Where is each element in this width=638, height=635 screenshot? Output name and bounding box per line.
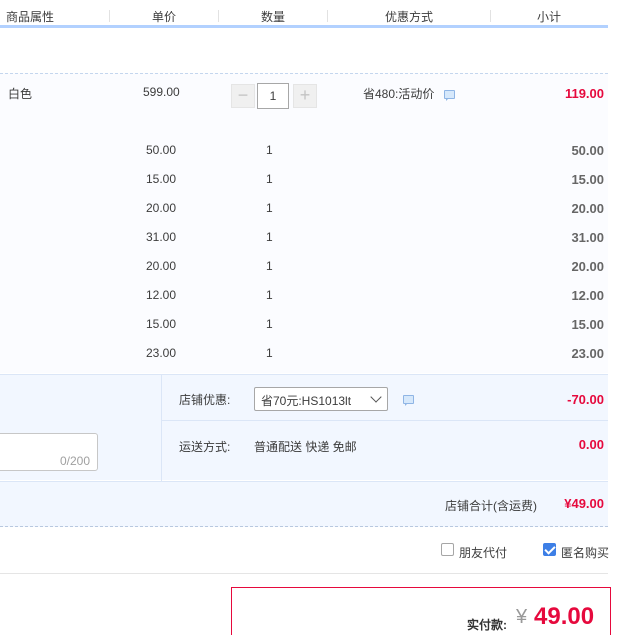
column-separator — [490, 10, 491, 22]
item-subtotal: 23.00 — [571, 346, 604, 361]
item-price: 23.00 — [146, 346, 177, 360]
item-quantity: 1 — [266, 201, 273, 215]
table-row: 20.00 1 20.00 — [0, 259, 608, 288]
shop-total-amount: ¥49.00 — [564, 496, 604, 511]
column-separator — [218, 10, 219, 22]
table-header: 商品属性 单价 数量 优惠方式 小计 — [0, 0, 608, 28]
shipping-method: 普通配送 快递 免邮 — [254, 440, 357, 454]
item-price: 15.00 — [146, 172, 177, 186]
friend-pay-checkbox[interactable] — [441, 543, 454, 556]
order-items: 白色 599.00 − + 省480:活动价 119.00 50.00150.0… — [0, 73, 608, 373]
chat-icon[interactable] — [403, 395, 414, 406]
item-quantity: 1 — [266, 230, 273, 244]
anonymous-checkbox[interactable] — [543, 543, 556, 556]
item-quantity: 1 — [266, 317, 273, 331]
friend-pay-label[interactable]: 朋友代付 — [459, 544, 507, 561]
shipping-amount: 0.00 — [578, 437, 604, 452]
item-discount: 省480:活动价 — [363, 85, 455, 102]
item-subtotal: 20.00 — [571, 201, 604, 216]
shipping-label: 运送方式: — [179, 440, 231, 454]
item-price: 12.00 — [146, 288, 177, 302]
column-header-quantity: 数量 — [261, 10, 286, 24]
table-row: 23.00 1 23.00 — [0, 346, 608, 375]
item-price: 20.00 — [146, 201, 177, 215]
shop-total-label: 店铺合计(含运费) — [445, 499, 537, 513]
item-quantity: 1 — [266, 346, 273, 360]
divider — [162, 420, 608, 421]
column-header-discount: 优惠方式 — [385, 10, 434, 24]
increase-quantity-button[interactable]: + — [293, 84, 317, 108]
shop-summary: 店铺优惠: 省70元:HS1013lt -70.00 运送方式: 普通配送 快递… — [0, 374, 608, 481]
coupon-select-value: 省70元:HS1013lt — [261, 394, 352, 408]
item-quantity: 1 — [266, 288, 273, 302]
item-subtotal: 12.00 — [571, 288, 604, 303]
quantity-input[interactable] — [257, 83, 289, 109]
table-row: 15.00 1 15.00 — [0, 317, 608, 346]
coupon-amount: -70.00 — [567, 392, 604, 407]
message-char-counter: 0/200 — [59, 454, 90, 468]
chevron-down-icon — [370, 391, 382, 403]
item-price: 20.00 — [146, 259, 177, 273]
table-row: 15.00 1 15.00 — [0, 172, 608, 201]
item-subtotal: 15.00 — [571, 317, 604, 332]
item-quantity: 1 — [266, 143, 273, 157]
item-price: 31.00 — [146, 230, 177, 244]
column-header-price: 单价 — [152, 10, 177, 24]
table-row: 31.00 1 31.00 — [0, 230, 608, 259]
table-row: 白色 599.00 − + 省480:活动价 119.00 — [0, 74, 608, 134]
item-subtotal: 31.00 — [571, 230, 604, 245]
column-separator — [327, 10, 328, 22]
item-subtotal: 20.00 — [571, 259, 604, 274]
table-row: 12.00 1 12.00 — [0, 288, 608, 317]
item-price: 50.00 — [146, 143, 177, 157]
item-quantity: 1 — [266, 172, 273, 186]
payment-label: 实付款: — [467, 618, 507, 632]
column-separator — [109, 10, 110, 22]
payment-summary: 实付款: ¥ 49.00 — [231, 587, 611, 635]
column-header-attributes: 商品属性 — [6, 10, 55, 24]
table-row: 20.00 1 20.00 — [0, 201, 608, 230]
divider — [161, 375, 162, 481]
currency-symbol: ¥ — [516, 606, 528, 628]
column-header-subtotal: 小计 — [537, 10, 562, 24]
item-subtotal: 50.00 — [571, 143, 604, 158]
coupon-select[interactable]: 省70元:HS1013lt — [254, 387, 388, 411]
table-row: 50.00 1 50.00 — [0, 143, 608, 172]
item-attribute: 白色 — [8, 87, 33, 101]
buyer-message-input[interactable]: 0/200 — [0, 433, 98, 471]
item-subtotal: 119.00 — [564, 86, 604, 101]
item-subtotal: 15.00 — [571, 172, 604, 187]
decrease-quantity-button[interactable]: − — [231, 84, 255, 108]
shop-total: 店铺合计(含运费) ¥49.00 — [0, 481, 608, 527]
coupon-label: 店铺优惠: — [179, 393, 231, 407]
quantity-stepper: − + — [231, 83, 317, 109]
item-discount-text: 省480:活动价 — [363, 87, 435, 101]
item-price: 15.00 — [146, 317, 177, 331]
payment-amount: 49.00 — [534, 603, 595, 630]
order-options: 朋友代付 匿名购买 — [0, 528, 609, 574]
chat-icon[interactable] — [443, 90, 455, 102]
item-quantity: 1 — [266, 259, 273, 273]
item-price: 599.00 — [143, 85, 180, 99]
anonymous-label[interactable]: 匿名购买 — [561, 544, 609, 561]
